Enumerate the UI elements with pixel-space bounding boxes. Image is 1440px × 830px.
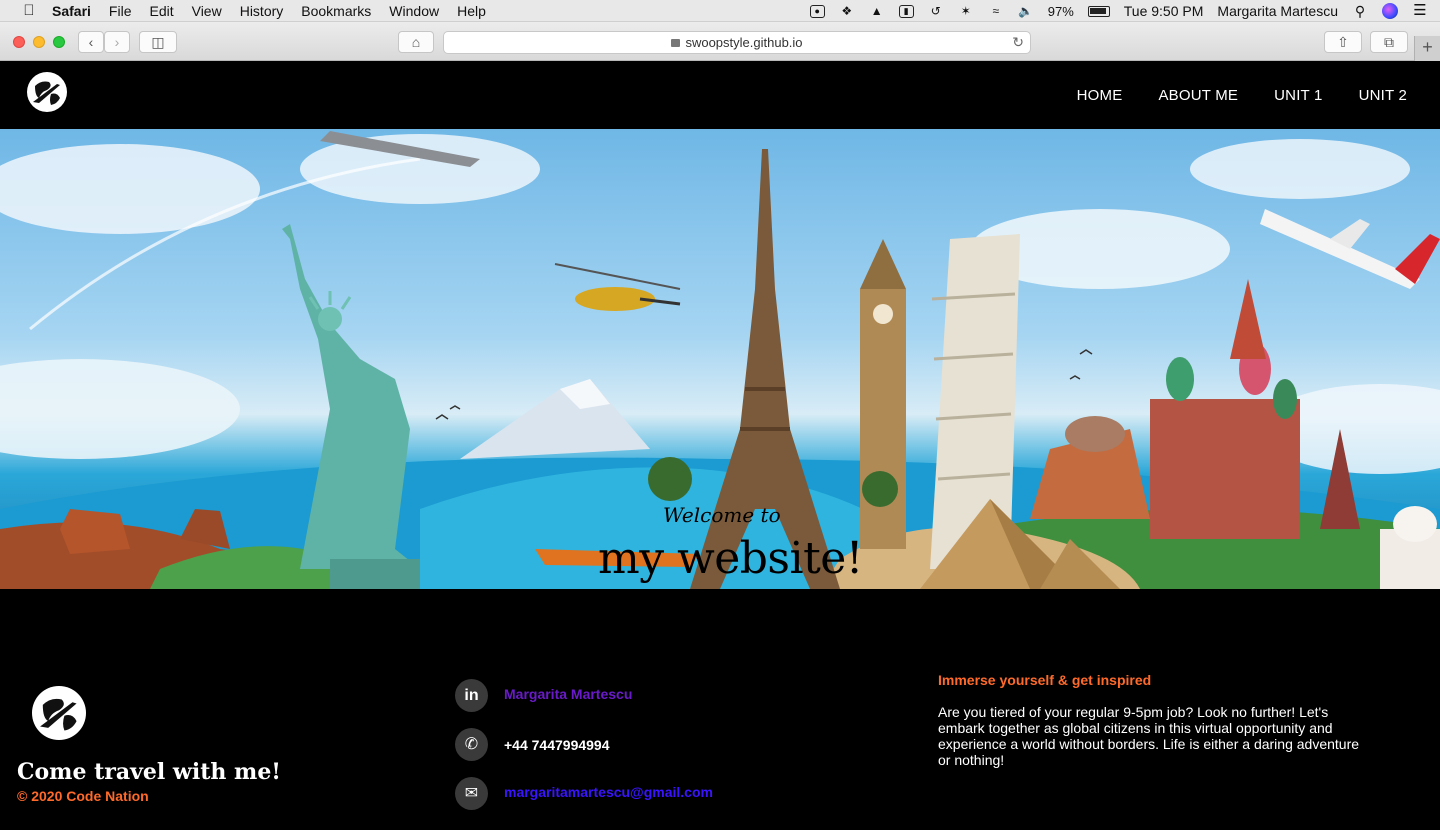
nav-unit-1-link[interactable]: UNIT 1 [1274, 87, 1322, 104]
menu-app-safari[interactable]: Safari [52, 3, 91, 19]
drive-icon[interactable]: ▲ [869, 4, 885, 18]
home-button[interactable]: ⌂ [398, 31, 434, 53]
menu-window[interactable]: Window [389, 3, 439, 19]
display-icon[interactable]: ▮ [898, 4, 914, 18]
new-tab-button[interactable]: + [1414, 36, 1440, 61]
nav-about-me-link[interactable]: ABOUT ME [1158, 87, 1238, 104]
site-nav: HOME ABOUT ME UNIT 1 UNIT 2 [0, 61, 1440, 129]
back-button[interactable]: ‹ [78, 31, 104, 53]
site-footer: Come travel with me! © 2020 Code Nation … [0, 589, 1440, 830]
battery-percent: 97% [1047, 3, 1074, 19]
browser-toolbar: ‹ › ◫ ⌂ swoopstyle.github.io ↻ ⇧ ⧉ + [0, 22, 1440, 61]
user-name[interactable]: Margarita Martescu [1217, 3, 1338, 19]
status-area: ● ❖ ▲ ▮ ↺ ✶ ≈ 🔈 97% Tue 9:50 PM Margarit… [809, 0, 1428, 22]
nav-unit-2-link[interactable]: UNIT 2 [1359, 87, 1407, 104]
menu-bookmarks[interactable]: Bookmarks [301, 3, 371, 19]
lock-icon [671, 39, 681, 47]
menu-file[interactable]: File [109, 3, 132, 19]
forward-button[interactable]: › [104, 31, 130, 53]
sidebar-button[interactable]: ◫ [139, 31, 177, 53]
fullscreen-window-button[interactable] [53, 36, 65, 48]
share-button[interactable]: ⇧ [1324, 31, 1362, 53]
dropbox-icon[interactable]: ❖ [839, 4, 855, 18]
nav-links: HOME ABOUT ME UNIT 1 UNIT 2 [1077, 61, 1407, 129]
footer-tagline: Come travel with me! [17, 759, 281, 785]
footer-copyright: © 2020 Code Nation [17, 788, 149, 804]
menu-edit[interactable]: Edit [149, 3, 173, 19]
clock[interactable]: Tue 9:50 PM [1124, 3, 1204, 19]
menu-history[interactable]: History [240, 3, 284, 19]
minimize-window-button[interactable] [33, 36, 45, 48]
hero-banner: Welcome to my website! [0, 129, 1440, 589]
battery-icon[interactable] [1087, 5, 1110, 17]
spotlight-search-icon[interactable]: ⚲ [1352, 4, 1368, 18]
apple-menu-icon[interactable]:  [20, 2, 38, 19]
globe-plane-logo-icon [32, 686, 86, 740]
macos-menubar:  Safari File Edit View History Bookmark… [0, 0, 1440, 22]
time-machine-icon[interactable]: ↺ [928, 4, 944, 18]
hero-welcome-text: Welcome to [663, 503, 781, 527]
contact-email: ✉ margaritamartescu@gmail.com [455, 777, 713, 810]
globe-plane-logo-icon[interactable] [27, 72, 67, 112]
linkedin-link[interactable]: Margarita Martescu [504, 686, 632, 702]
about-text: Are you tiered of your regular 9-5pm job… [938, 704, 1360, 768]
bluetooth-icon[interactable]: ✶ [958, 4, 974, 18]
envelope-icon[interactable]: ✉ [455, 777, 488, 810]
video-camera-icon[interactable]: ● [809, 4, 825, 18]
show-tabs-button[interactable]: ⧉ [1370, 31, 1408, 53]
close-window-button[interactable] [13, 36, 25, 48]
email-link[interactable]: margaritamartescu@gmail.com [504, 784, 713, 800]
volume-icon[interactable]: 🔈 [1018, 4, 1034, 18]
nav-home-link[interactable]: HOME [1077, 87, 1123, 104]
address-bar[interactable]: swoopstyle.github.io ↻ [443, 31, 1031, 54]
phone-number: +44 7447994994 [504, 736, 610, 753]
menu-view[interactable]: View [192, 3, 222, 19]
contact-phone: ✆ +44 7447994994 [455, 728, 610, 761]
reload-icon[interactable]: ↻ [1012, 32, 1024, 53]
siri-icon[interactable] [1382, 3, 1398, 19]
wifi-icon[interactable]: ≈ [988, 4, 1004, 18]
notification-center-icon[interactable]: ☰ [1412, 3, 1428, 18]
menu-help[interactable]: Help [457, 3, 486, 19]
linkedin-icon[interactable]: in [455, 679, 488, 712]
phone-icon[interactable]: ✆ [455, 728, 488, 761]
hero-title: my website! [598, 533, 864, 584]
url-text: swoopstyle.github.io [685, 35, 803, 50]
contact-linkedin: in Margarita Martescu [455, 679, 632, 712]
about-heading: Immerse yourself & get inspired [938, 672, 1152, 688]
